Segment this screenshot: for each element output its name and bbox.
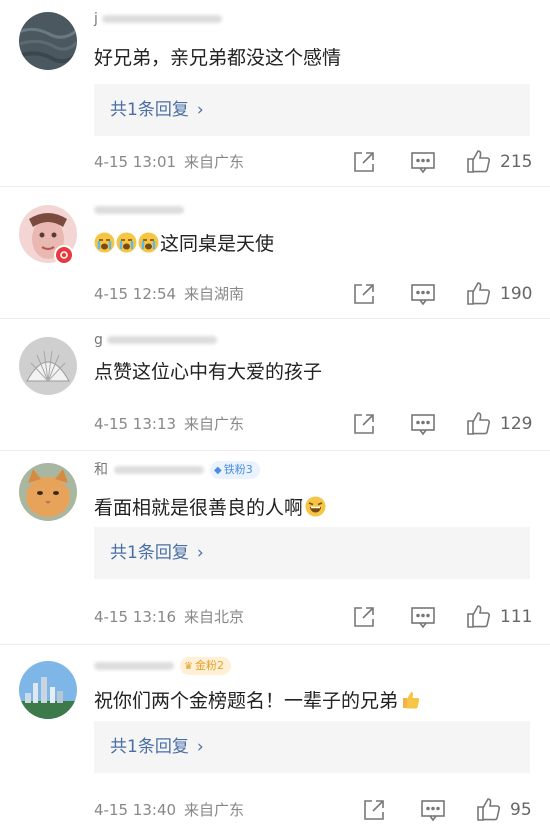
reply-count-button[interactable]: 共1条回复 ›	[94, 527, 530, 579]
comment-icon[interactable]	[420, 798, 446, 822]
avatar[interactable]	[19, 463, 77, 521]
comment-time: 4-15 13:13	[94, 415, 177, 433]
reply-count-button[interactable]: 共1条回复 ›	[94, 721, 530, 773]
comment-text: 好兄弟，亲兄弟都没这个感情	[94, 47, 342, 69]
thumbs-up-icon[interactable]	[466, 148, 492, 174]
avatar[interactable]	[19, 337, 77, 395]
like-count: 190	[500, 284, 533, 304]
like-count: 95	[510, 800, 532, 820]
comment-time: 4-15 12:54	[94, 285, 177, 303]
crying-face-icon	[138, 232, 159, 253]
avatar[interactable]	[19, 12, 77, 70]
comment-meta: 4-15 13:40 来自广东	[94, 800, 252, 820]
comment-text: 这同桌是天使	[94, 231, 274, 257]
crying-face-icon	[94, 232, 115, 253]
username[interactable]	[94, 201, 184, 219]
share-icon[interactable]	[352, 605, 376, 629]
comment-meta: 4-15 13:13 来自广东	[94, 414, 252, 434]
username[interactable]: 和 ◆ 铁粉3	[94, 461, 260, 479]
comment-location: 来自广东	[184, 153, 245, 171]
thumbs-up-emoji-icon	[400, 689, 421, 710]
comment-text: 点赞这位心中有大爱的孩子	[94, 361, 323, 383]
comment-location: 来自广东	[184, 801, 245, 819]
username[interactable]: j	[94, 10, 222, 28]
thumbs-up-icon[interactable]	[466, 280, 492, 306]
comment-meta: 4-15 13:16 来自北京	[94, 607, 252, 627]
comment-icon[interactable]	[410, 282, 436, 306]
comment-time: 4-15 13:40	[94, 801, 177, 819]
like-count: 129	[500, 414, 533, 434]
share-icon[interactable]	[352, 282, 376, 306]
comment-icon[interactable]	[410, 150, 436, 174]
comment-location: 来自广东	[184, 415, 245, 433]
reply-count-button[interactable]: 共1条回复 ›	[94, 84, 530, 136]
comment-icon[interactable]	[410, 605, 436, 629]
comment-item: ♛ 金粉2 祝你们两个金榜题名！一辈子的兄弟 共1条回复 › 4-15 13:40 来…	[0, 645, 550, 833]
crown-icon: ♛	[184, 661, 193, 672]
crying-face-icon	[116, 232, 137, 253]
comment-text: 看面相就是很善良的人啊	[94, 495, 327, 521]
comment-item: 和 ◆ 铁粉3 看面相就是很善良的人啊 共1条回复 › 4-15 13:16 来自北京 …	[0, 451, 550, 645]
fan-badge: ♛ 金粉2	[180, 657, 231, 675]
thumbs-up-icon[interactable]	[466, 603, 492, 629]
share-icon[interactable]	[352, 150, 376, 174]
chevron-right-icon: ›	[196, 100, 204, 120]
chevron-right-icon: ›	[196, 737, 204, 757]
comment-location: 来自湖南	[184, 285, 245, 303]
comment-time: 4-15 13:16	[94, 608, 177, 626]
comment-item: 这同桌是天使 4-15 12:54 来自湖南 190	[0, 187, 550, 319]
comment-text: 祝你们两个金榜题名！一辈子的兄弟	[94, 688, 422, 714]
comment-meta: 4-15 13:01 来自广东	[94, 152, 252, 172]
like-count: 111	[500, 607, 533, 627]
laughing-face-icon	[305, 496, 326, 517]
fan-badge: ◆ 铁粉3	[210, 461, 260, 479]
chevron-right-icon: ›	[196, 543, 204, 563]
share-icon[interactable]	[362, 798, 386, 822]
comment-meta: 4-15 12:54 来自湖南	[94, 284, 252, 304]
comment-time: 4-15 13:01	[94, 153, 177, 171]
share-icon[interactable]	[352, 412, 376, 436]
comment-item: g 点赞这位心中有大爱的孩子 4-15 13:13 来自广东 129	[0, 319, 550, 451]
vip-badge-icon	[54, 245, 74, 265]
comment-item: j 好兄弟，亲兄弟都没这个感情 共1条回复 › 4-15 13:01 来自广东 21…	[0, 0, 550, 187]
diamond-icon: ◆	[214, 465, 222, 476]
comment-icon[interactable]	[410, 412, 436, 436]
thumbs-up-icon[interactable]	[466, 410, 492, 436]
thumbs-up-icon[interactable]	[476, 796, 502, 822]
username[interactable]: g	[94, 331, 217, 349]
avatar[interactable]	[19, 661, 77, 719]
comment-location: 来自北京	[184, 608, 245, 626]
like-count: 215	[500, 152, 533, 172]
username[interactable]: ♛ 金粉2	[94, 657, 231, 675]
